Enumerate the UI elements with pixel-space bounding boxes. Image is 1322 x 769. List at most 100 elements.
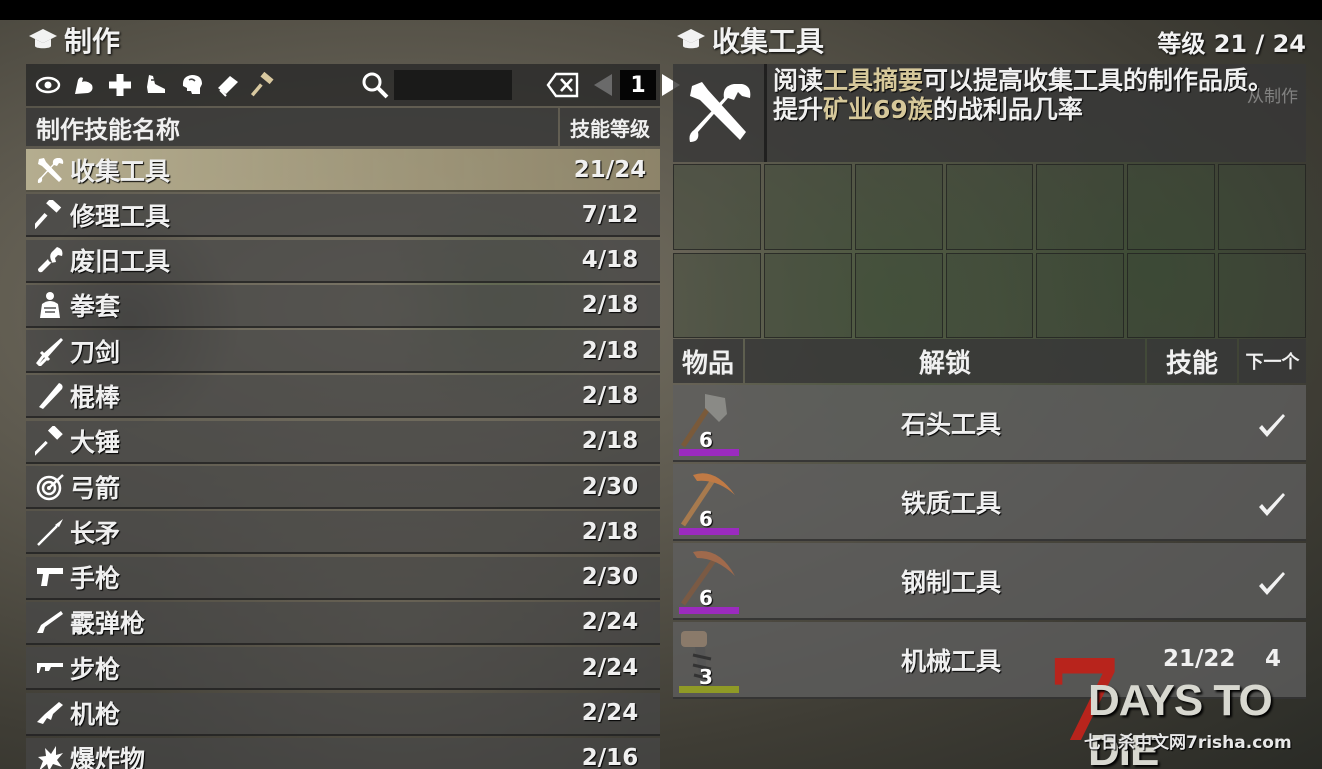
empty-slot	[1218, 164, 1306, 250]
header-skill-level: 技能等级	[560, 108, 660, 146]
faded-text: 从制作	[1247, 87, 1298, 107]
skill-row[interactable]: 刀剑 2/18	[26, 330, 660, 374]
header-next: 下一个	[1239, 339, 1306, 383]
skill-row[interactable]: 机枪 2/24	[26, 692, 660, 736]
clear-search-icon[interactable]	[546, 70, 580, 100]
skill-name: 长矛	[70, 518, 121, 548]
health-cross-icon[interactable]	[106, 71, 134, 99]
empty-slot	[945, 252, 1034, 338]
top-black-bar	[0, 0, 1322, 20]
arm-strength-icon[interactable]	[70, 71, 98, 99]
empty-slot	[854, 164, 943, 250]
eye-icon[interactable]	[34, 71, 62, 99]
skill-level-text: 等级 21 / 24	[1157, 30, 1306, 58]
checkmark-icon	[1259, 493, 1285, 516]
stone-axe-icon: 6	[675, 388, 739, 458]
category-toolbar: 1	[26, 64, 680, 106]
skill-list-header: 制作技能名称 技能等级	[26, 108, 660, 146]
unlock-table-header: 物品 解锁 技能 下一个	[673, 339, 1306, 383]
empty-slot	[763, 164, 852, 250]
skill-row[interactable]: 步枪 2/24	[26, 647, 660, 691]
skill-row[interactable]: 手枪 2/30	[26, 556, 660, 600]
book-icon[interactable]	[214, 71, 242, 99]
skill-row[interactable]: 拳套 2/18	[26, 284, 660, 328]
skill-name: 拳套	[70, 292, 121, 322]
skill-level: 2/18	[581, 428, 639, 455]
skill-row[interactable]: 大锤 2/18	[26, 420, 660, 464]
iron-pickaxe-icon: 6	[675, 467, 739, 537]
skill-level: 7/12	[581, 201, 639, 228]
skill-name: 刀剑	[70, 337, 121, 367]
empty-slot	[763, 252, 852, 338]
skill-description: 阅读工具摘要可以提高收集工具的制作品质。 提升矿业69族的战利品几率	[767, 64, 1279, 162]
club-icon	[32, 378, 68, 414]
tools-icon	[673, 64, 767, 162]
unlock-name: 钢制工具	[901, 568, 1002, 597]
skill-row[interactable]: 废旧工具 4/18	[26, 239, 660, 283]
machine-gun-icon	[32, 695, 68, 731]
header-item: 物品	[673, 339, 743, 383]
pistol-icon	[32, 559, 68, 595]
sledgehammer-icon	[32, 423, 68, 459]
unlock-row[interactable]: 6 钢制工具	[673, 543, 1306, 620]
auger-icon: 3	[675, 625, 739, 695]
spear-icon	[32, 514, 68, 550]
skill-row[interactable]: 霰弹枪 2/24	[26, 601, 660, 645]
rifle-icon	[32, 650, 68, 686]
header-unlock: 解锁	[745, 339, 1145, 383]
empty-slot	[1218, 252, 1306, 338]
skill-level: 2/24	[581, 700, 639, 727]
header-skill-name: 制作技能名称	[26, 108, 558, 146]
hammer-icon[interactable]	[250, 71, 278, 99]
skill-row[interactable]: 棍棒 2/18	[26, 375, 660, 419]
skill-level: 2/18	[581, 518, 639, 545]
empty-slot	[1036, 252, 1125, 338]
steel-pickaxe-icon: 6	[675, 546, 739, 616]
empty-slot	[673, 252, 761, 338]
logo-text: DAYS TO DIE	[1088, 676, 1273, 769]
skill-level: 2/16	[581, 745, 639, 769]
skill-level: 2/24	[581, 654, 639, 681]
quality-level: 6	[699, 427, 713, 452]
page-title: 制作	[64, 25, 121, 58]
running-shoe-icon[interactable]	[142, 71, 170, 99]
empty-slot	[1036, 164, 1125, 250]
search-input[interactable]	[394, 70, 512, 100]
graduation-cap-icon	[677, 29, 705, 49]
unlock-name: 石头工具	[901, 410, 1002, 439]
skill-name: 弓箭	[70, 473, 121, 503]
skill-row[interactable]: 弓箭 2/30	[26, 466, 660, 510]
unlock-row[interactable]: 6 铁质工具	[673, 464, 1306, 541]
skill-row[interactable]: 收集工具 21/24	[26, 149, 660, 192]
skill-row[interactable]: 爆炸物 2/16	[26, 737, 660, 769]
skill-name: 废旧工具	[70, 247, 171, 277]
empty-slot	[1127, 164, 1216, 250]
explosion-icon	[32, 740, 68, 769]
skill-name: 手枪	[70, 564, 121, 594]
skill-row[interactable]: 长矛 2/18	[26, 511, 660, 555]
hammer-icon	[32, 197, 68, 233]
checkmark-icon	[1259, 572, 1285, 595]
brain-icon[interactable]	[178, 71, 206, 99]
target-icon	[32, 469, 68, 505]
skill-name: 爆炸物	[70, 745, 146, 769]
brawler-icon	[32, 287, 68, 323]
skill-level: 2/30	[581, 473, 639, 500]
quality-level: 6	[699, 585, 713, 610]
empty-slot	[854, 252, 943, 338]
blade-icon	[32, 333, 68, 369]
description-line-2: 提升矿业69族的战利品几率	[773, 95, 1083, 124]
previous-page-icon[interactable]	[592, 72, 614, 98]
skill-name: 大锤	[70, 428, 121, 458]
search-icon[interactable]	[360, 70, 390, 100]
skill-level: 2/18	[581, 337, 639, 364]
quality-level: 6	[699, 506, 713, 531]
skill-name: 修理工具	[70, 201, 171, 231]
skill-list: 收集工具 21/24 修理工具 7/12 废旧工具 4/18 拳套 2/18 刀剑 2/18 棍棒 2…	[26, 149, 660, 769]
skill-row[interactable]: 修理工具 7/12	[26, 194, 660, 238]
skill-level: 2/24	[581, 609, 639, 636]
empty-slot	[673, 164, 761, 250]
unlock-row[interactable]: 6 石头工具	[673, 385, 1306, 462]
skill-level: 2/18	[581, 292, 639, 319]
page-number: 1	[620, 70, 656, 100]
